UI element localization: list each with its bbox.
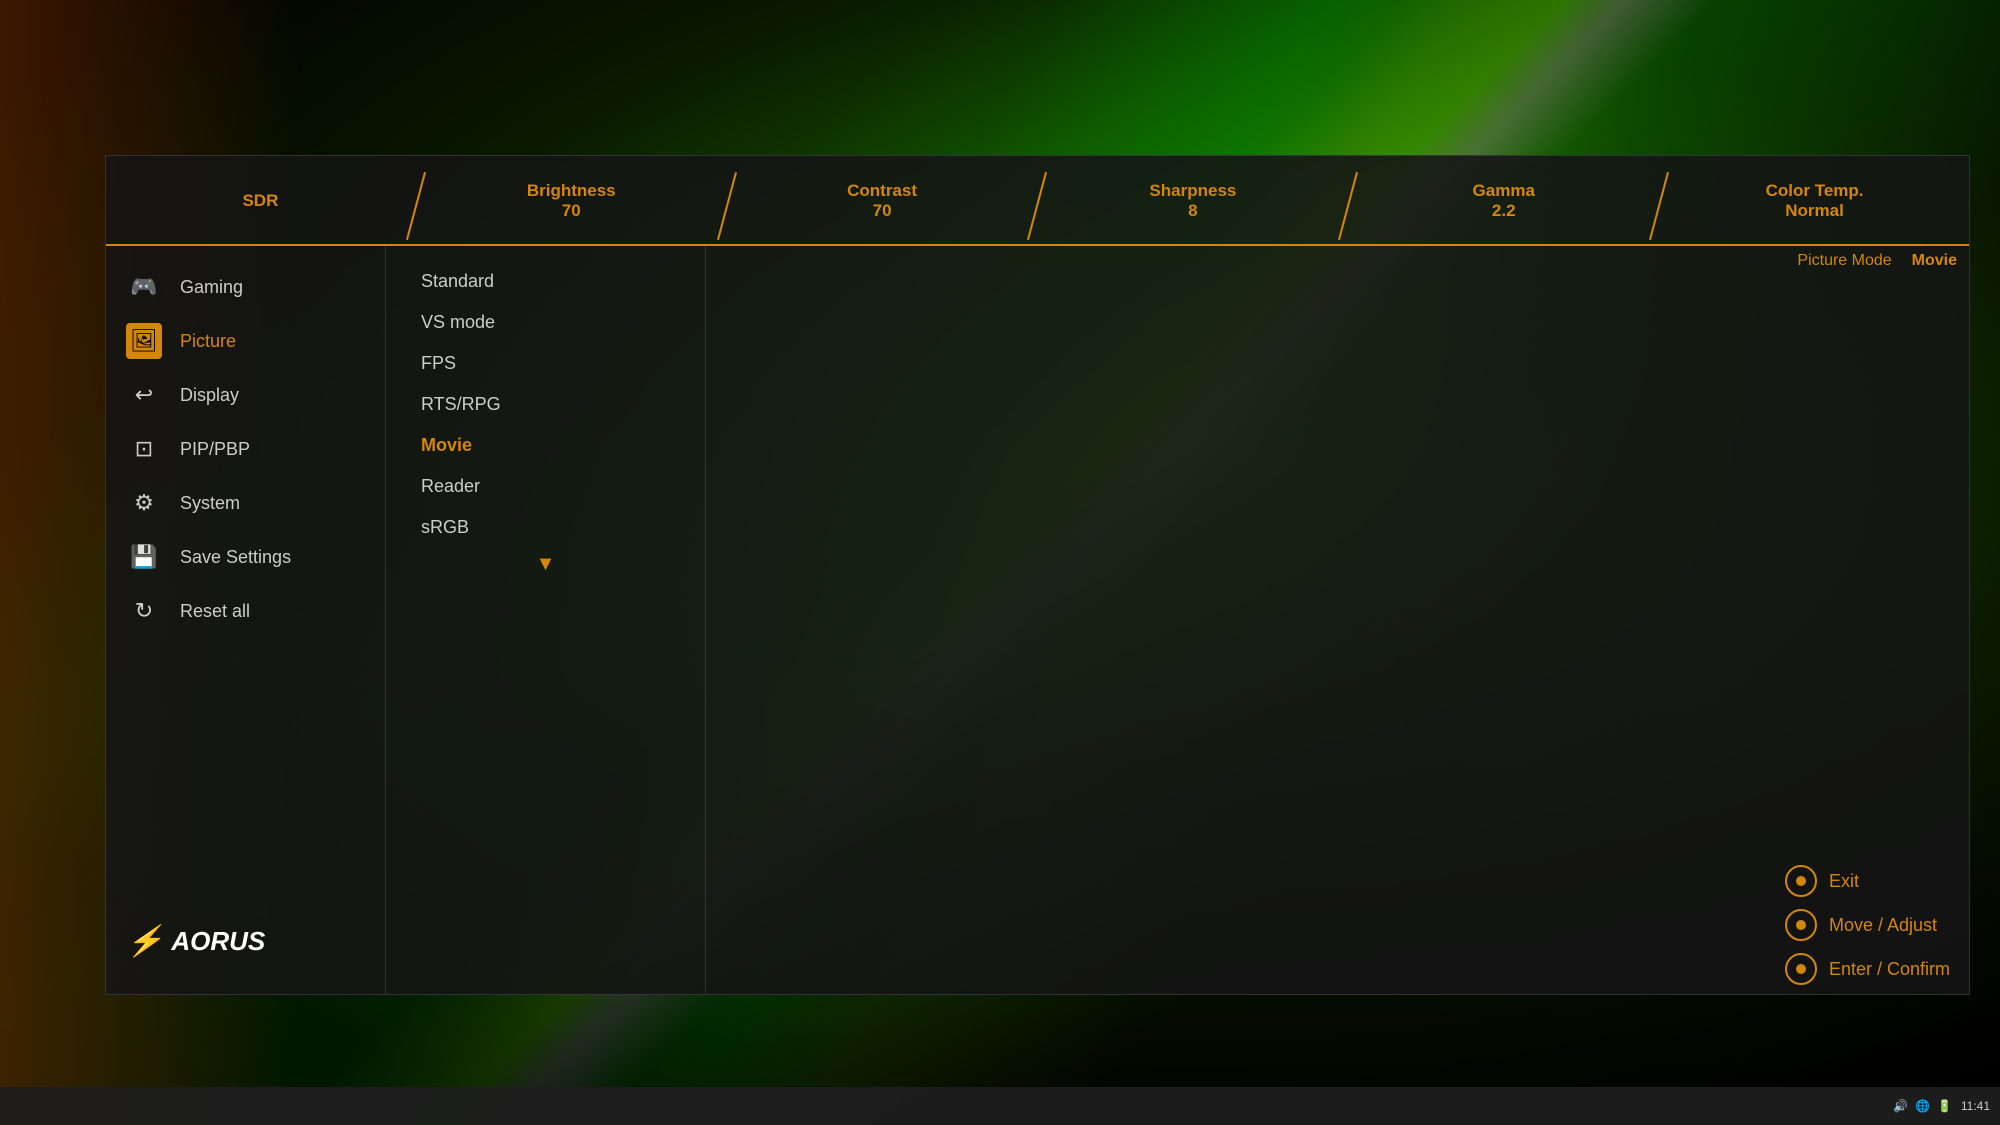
taskbar-system-icons: 🔊 🌐 🔋: [1893, 1098, 1953, 1114]
header-item-label-2: Contrast: [847, 181, 917, 201]
menu-item-rts-rpg[interactable]: RTS/RPG: [386, 384, 705, 425]
controls-area: Exit Move / Adjust Enter / Confirm: [1785, 865, 1950, 985]
header-item-value-3: 8: [1188, 201, 1197, 221]
sidebar-label-gaming: Gaming: [180, 277, 243, 298]
control-item-enter[interactable]: Enter / Confirm: [1785, 953, 1950, 985]
header-item-undefined[interactable]: Brightness70: [417, 181, 726, 231]
sidebar-icon-save: 💾: [126, 539, 162, 575]
control-item-move[interactable]: Move / Adjust: [1785, 909, 1950, 941]
sidebar-item-picture[interactable]: 🖼 Picture: [106, 315, 385, 367]
sidebar-item-display[interactable]: ↩ Display: [106, 369, 385, 421]
header-item-value-1: 70: [562, 201, 581, 221]
taskbar-time: 11:41: [1961, 1099, 1990, 1113]
header-item-undefined[interactable]: Contrast70: [728, 181, 1037, 231]
sub-menu: [706, 246, 1969, 994]
menu-item-reader[interactable]: Reader: [386, 466, 705, 507]
taskbar: 🔊 🌐 🔋 11:41: [0, 1087, 2000, 1125]
sidebar: 🎮 Gaming 🖼 Picture ↩ Display ⊡ PIP/PBP ⚙ System 💾 S…: [106, 246, 386, 994]
scroll-indicator: ▼: [386, 548, 705, 581]
header-item-undefined[interactable]: Color Temp.Normal: [1660, 181, 1969, 231]
menu-item-vs-mode[interactable]: VS mode: [386, 302, 705, 343]
header-item-value-4: 2.2: [1492, 201, 1516, 221]
control-label-move: Move / Adjust: [1829, 915, 1937, 936]
sidebar-item-gaming[interactable]: 🎮 Gaming: [106, 261, 385, 313]
osd-panel: SDRBrightness70Contrast70Sharpness8Gamma…: [105, 155, 1970, 995]
sidebar-icon-picture: 🖼: [126, 323, 162, 359]
sidebar-item-reset[interactable]: ↻ Reset all: [106, 585, 385, 637]
logo-text: AORUS: [171, 926, 265, 957]
menu-item-movie[interactable]: Movie: [386, 425, 705, 466]
header-item-undefined[interactable]: Sharpness8: [1038, 181, 1347, 231]
sidebar-label-picture: Picture: [180, 331, 236, 352]
header-item-label-4: Gamma: [1473, 181, 1535, 201]
logo-chevron-icon: ⚡: [126, 924, 163, 959]
picture-mode-bar: Picture Mode Movie: [1785, 248, 1969, 274]
control-label-exit: Exit: [1829, 871, 1859, 892]
sidebar-item-save[interactable]: 💾 Save Settings: [106, 531, 385, 583]
sidebar-item-system[interactable]: ⚙ System: [106, 477, 385, 529]
header-item-undefined[interactable]: SDR: [106, 191, 415, 221]
header-item-label-1: Brightness: [527, 181, 616, 201]
menu-item-fps[interactable]: FPS: [386, 343, 705, 384]
header-item-value-2: 70: [873, 201, 892, 221]
control-item-exit[interactable]: Exit: [1785, 865, 1950, 897]
sidebar-icon-system: ⚙: [126, 485, 162, 521]
sidebar-icon-display: ↩: [126, 377, 162, 413]
sidebar-label-reset: Reset all: [180, 601, 250, 622]
content-area: 🎮 Gaming 🖼 Picture ↩ Display ⊡ PIP/PBP ⚙ System 💾 S…: [106, 246, 1969, 994]
menu-item-standard[interactable]: Standard: [386, 261, 705, 302]
sidebar-label-pip: PIP/PBP: [180, 439, 250, 460]
menu-item-srgb[interactable]: sRGB: [386, 507, 705, 548]
control-icon-move: [1785, 909, 1817, 941]
header-bar: SDRBrightness70Contrast70Sharpness8Gamma…: [106, 156, 1969, 246]
sidebar-item-pip[interactable]: ⊡ PIP/PBP: [106, 423, 385, 475]
aorus-logo: ⚡ AORUS: [126, 924, 365, 959]
sidebar-label-system: System: [180, 493, 240, 514]
main-menu: StandardVS modeFPSRTS/RPGMovieReadersRGB…: [386, 246, 706, 994]
taskbar-icon-network: 🌐: [1915, 1098, 1931, 1114]
header-item-undefined[interactable]: Gamma2.2: [1349, 181, 1658, 231]
control-icon-exit: [1785, 865, 1817, 897]
sidebar-icon-reset: ↻: [126, 593, 162, 629]
control-icon-enter: [1785, 953, 1817, 985]
header-item-value-5: Normal: [1785, 201, 1844, 221]
picture-mode-label: Picture Mode: [1797, 252, 1891, 270]
control-label-enter: Enter / Confirm: [1829, 959, 1950, 980]
taskbar-icon-sound: 🔊: [1893, 1098, 1909, 1114]
picture-mode-value: Movie: [1912, 252, 1957, 270]
sidebar-icon-gaming: 🎮: [126, 269, 162, 305]
taskbar-icon-battery: 🔋: [1937, 1098, 1953, 1114]
header-item-label-0: SDR: [242, 191, 278, 211]
sidebar-label-save: Save Settings: [180, 547, 291, 568]
header-item-label-5: Color Temp.: [1766, 181, 1864, 201]
sidebar-label-display: Display: [180, 385, 239, 406]
logo-area: ⚡ AORUS: [106, 904, 385, 979]
header-item-label-3: Sharpness: [1149, 181, 1236, 201]
sidebar-icon-pip: ⊡: [126, 431, 162, 467]
